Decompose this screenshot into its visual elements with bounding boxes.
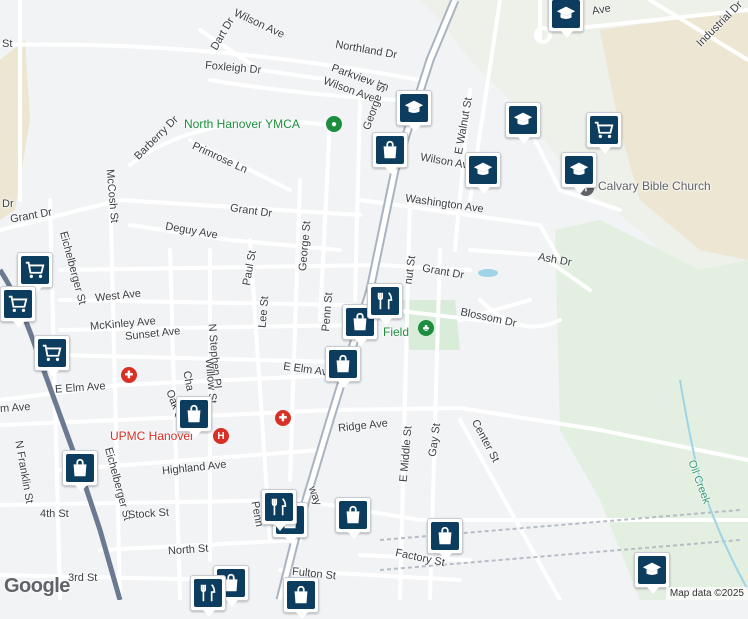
school-marker[interactable]: [548, 0, 584, 38]
school-marker[interactable]: [465, 152, 501, 194]
hospital-pin-icon[interactable]: ✚: [275, 410, 291, 426]
shopping-marker[interactable]: [427, 518, 463, 560]
map-attribution[interactable]: Map data ©2025: [665, 587, 748, 600]
shopping-cart-icon: [8, 295, 28, 313]
school-marker[interactable]: [396, 90, 432, 132]
street-label: 4th St: [40, 508, 69, 520]
graduation-cap-icon: [404, 100, 424, 114]
shopping-marker[interactable]: [62, 450, 98, 492]
ymca-label[interactable]: North Hanover YMCA: [184, 118, 300, 130]
shopping-bag-icon: [187, 404, 201, 423]
shopping-cart-icon: [42, 344, 62, 362]
fork-knife-icon: [377, 292, 393, 310]
shopping-marker[interactable]: [335, 497, 371, 539]
grocery-marker[interactable]: [17, 252, 53, 294]
restaurant-marker[interactable]: [367, 283, 403, 325]
shopping-bag-icon: [294, 585, 308, 604]
ymca-pin-icon[interactable]: ●: [326, 116, 342, 132]
park-tree-icon[interactable]: ♣: [418, 320, 434, 336]
graduation-cap-icon: [569, 162, 589, 176]
shopping-bag-icon: [73, 458, 87, 477]
shopping-marker[interactable]: [176, 396, 212, 438]
fork-knife-icon: [271, 498, 287, 516]
graduation-cap-icon: [556, 6, 576, 20]
street-label: Field: [383, 325, 410, 339]
google-logo: Google: [4, 575, 70, 597]
school-marker[interactable]: [634, 552, 670, 594]
hospital-pin-icon[interactable]: ✚: [121, 367, 137, 383]
street-label: Dr: [2, 198, 14, 210]
grocery-marker[interactable]: [0, 286, 36, 328]
shopping-bag-icon: [383, 140, 397, 159]
graduation-cap-icon: [642, 562, 662, 576]
street-label: m Ave: [0, 400, 31, 416]
fork-knife-icon: [200, 584, 216, 602]
shopping-bag-icon: [438, 526, 452, 545]
shopping-marker[interactable]: [372, 132, 408, 174]
hospital-pin-icon[interactable]: H: [213, 428, 229, 444]
restaurant-marker[interactable]: [261, 489, 297, 531]
graduation-cap-icon: [513, 112, 533, 126]
school-marker[interactable]: [561, 152, 597, 194]
shopping-marker[interactable]: [325, 346, 361, 388]
shopping-cart-icon: [25, 261, 45, 279]
calvary-label[interactable]: Calvary Bible Church: [598, 180, 711, 192]
restaurant-marker[interactable]: [190, 575, 226, 617]
shopping-marker[interactable]: [283, 577, 319, 619]
street-label: St: [2, 38, 13, 50]
grocery-marker[interactable]: [586, 112, 622, 154]
pond: [478, 269, 498, 277]
shopping-bag-icon: [336, 354, 350, 373]
shopping-bag-icon: [346, 505, 360, 524]
grocery-marker[interactable]: [34, 335, 70, 377]
school-marker[interactable]: [505, 102, 541, 144]
street-label: 3rd St: [68, 572, 98, 584]
graduation-cap-icon: [473, 162, 493, 176]
shopping-cart-icon: [594, 121, 614, 139]
